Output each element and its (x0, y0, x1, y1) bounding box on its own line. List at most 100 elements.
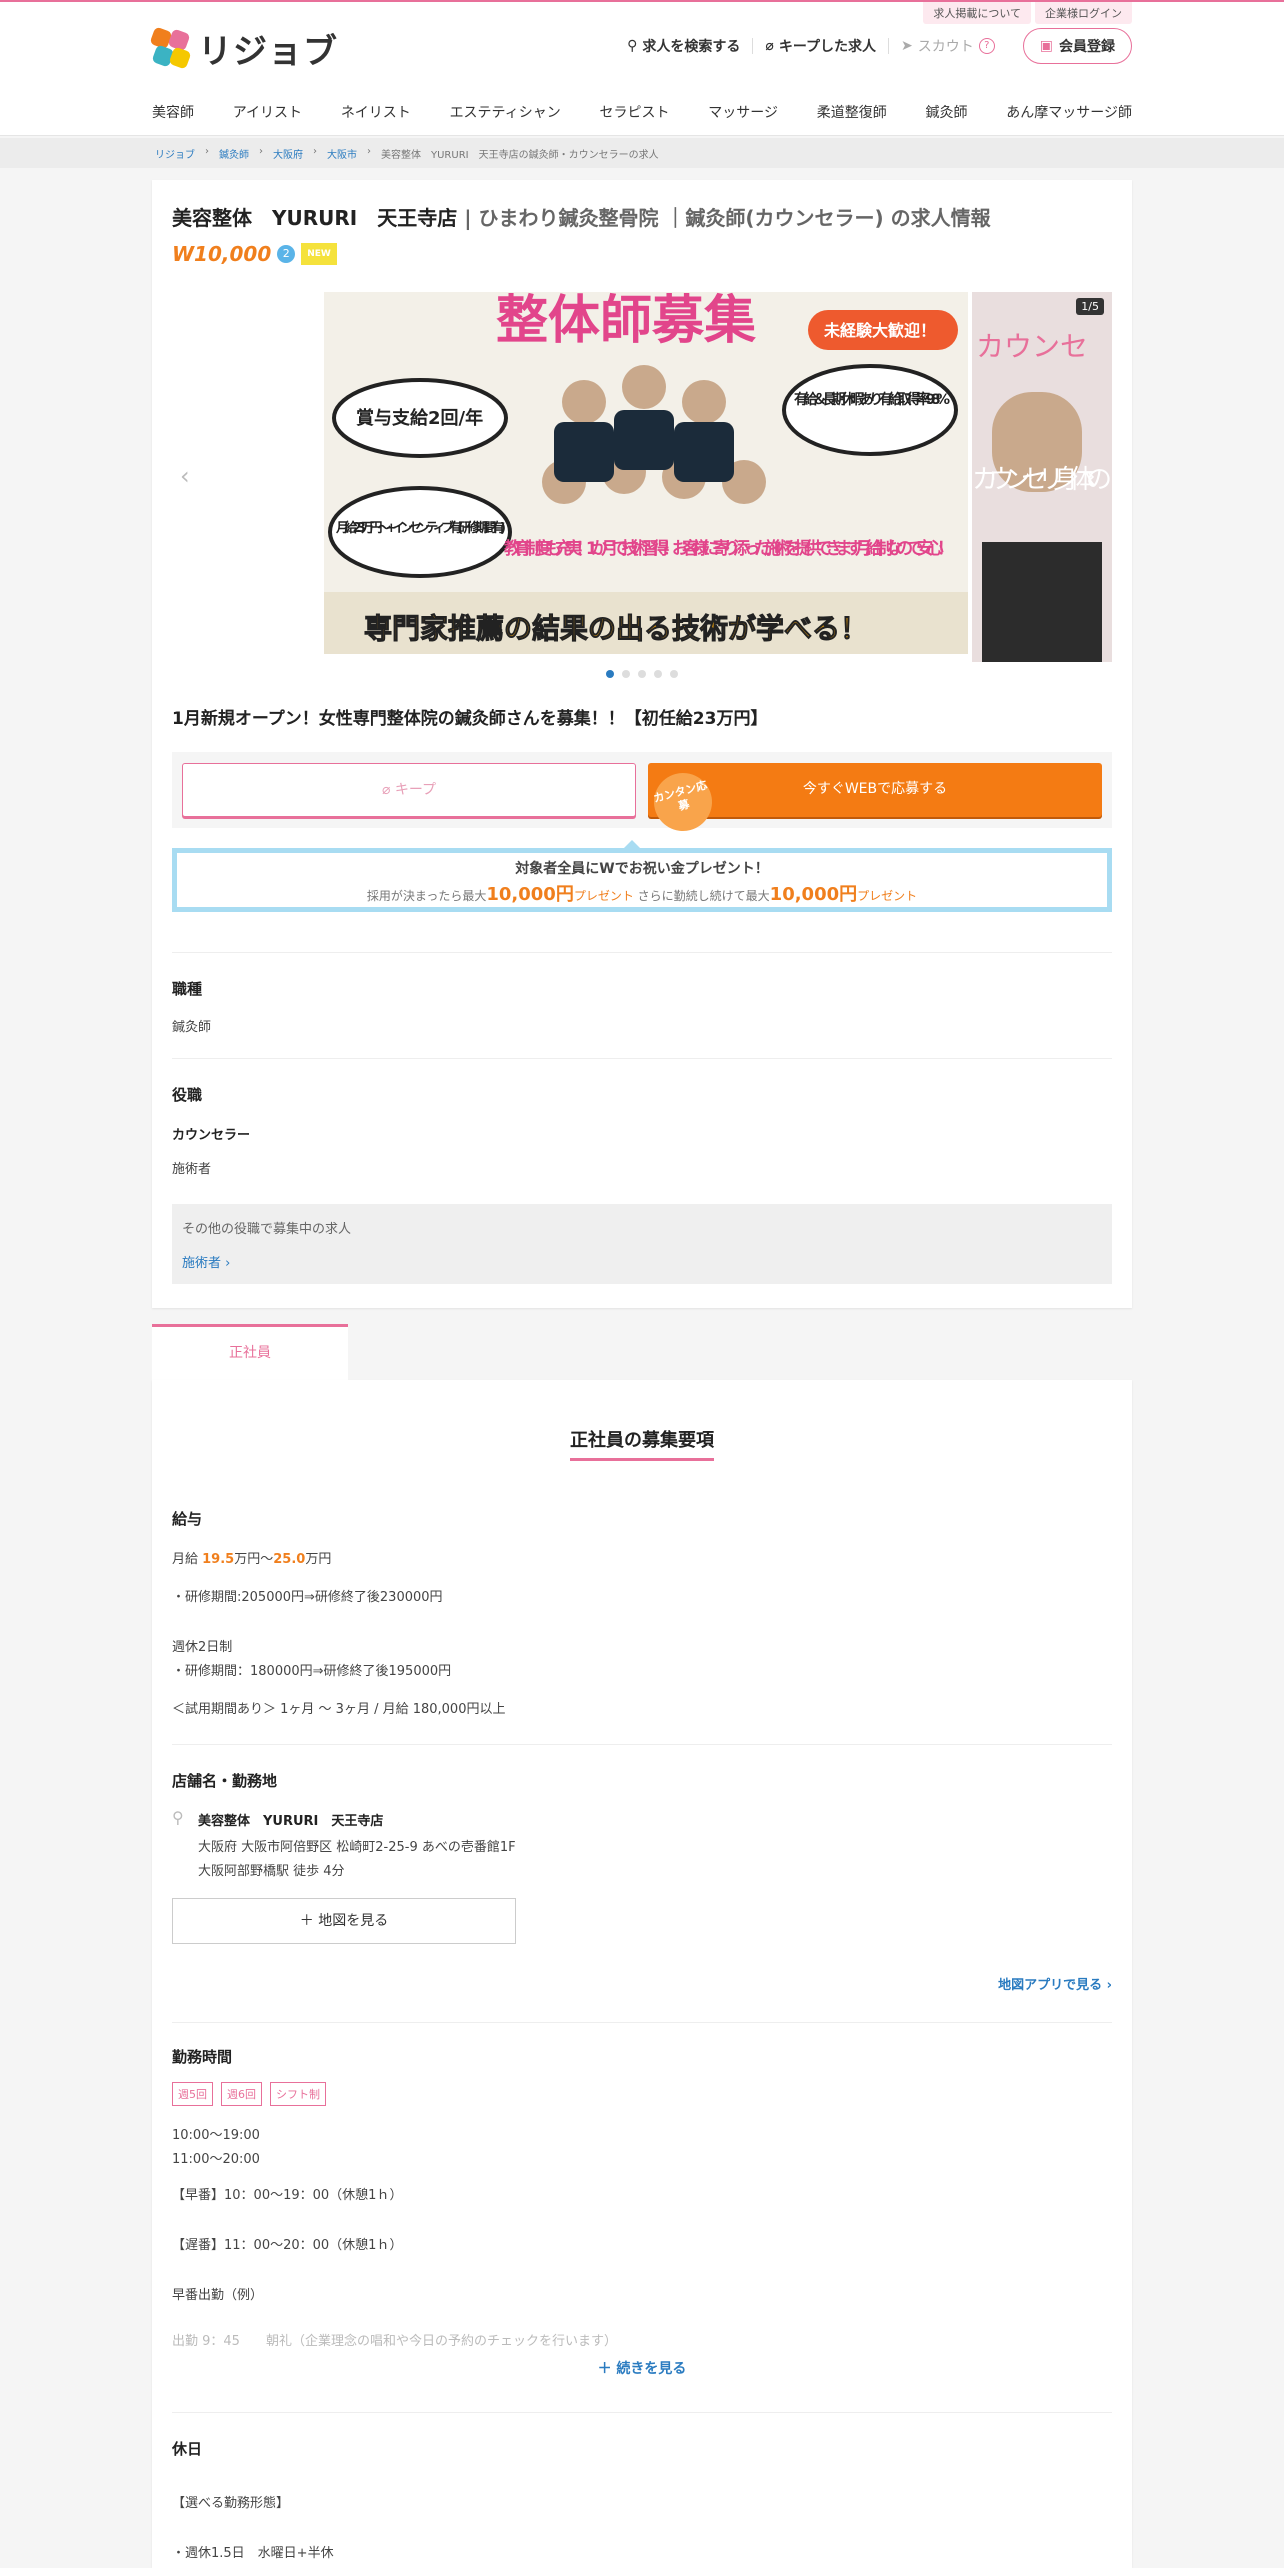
divider (172, 2412, 1112, 2413)
banner-inexperienced: 未経験大歓迎！ (823, 321, 936, 340)
salary-line: ＜試用期間あり＞ 1ヶ月 〜 3ヶ月 / 月給 180,000円以上 (172, 1702, 506, 1717)
other-roles-link[interactable]: 施術者 › (182, 1252, 230, 1271)
show-map-button[interactable]: ＋ 地図を見る (172, 1898, 516, 1944)
carousel-dot[interactable] (606, 670, 614, 678)
job-summary-card: 美容整体 YURURI 天王寺店 | ひまわり鍼灸整骨院 ｜鍼灸師(カウンセラー… (152, 180, 1132, 1308)
hours-tag: 週6回 (221, 2082, 262, 2106)
details-title-text: 正社員の募集要項 (570, 1426, 714, 1461)
salary-sep: 万円〜 (234, 1552, 274, 1567)
holiday-line: 【選べる勤務形態】 (172, 2496, 290, 2511)
map-pin-icon: ⚲ (172, 1808, 184, 1827)
store-access: 大阪阿部野橋駅 徒歩 4分 (198, 1864, 345, 1879)
breadcrumb-item[interactable]: リジョブ (155, 146, 195, 161)
job-badges: W10,000 2 NEW (172, 242, 337, 266)
carousel-next-icon[interactable]: › (1086, 462, 1096, 490)
slide-counter: 1/5 (1076, 298, 1104, 315)
store-address: 大阪府 大阪市阿倍野区 松崎町2-25-9 あべの壱番館1F (198, 1840, 516, 1855)
banner-education: 教育制度も充実！1か月で技術習得！ お客様に寄り添った施術を提供できます 月給制… (503, 538, 954, 559)
salary-max: 25.0 (273, 1552, 306, 1567)
kept-jobs-link[interactable]: ⌀ キープした求人 (753, 38, 890, 55)
hours-heading: 勤務時間 (172, 2048, 233, 2066)
carousel-dot[interactable] (654, 670, 662, 678)
divider (172, 1744, 1112, 1745)
w-present-badge: W10,000 (172, 242, 272, 266)
category-nailist[interactable]: ネイリスト (341, 102, 411, 122)
category-judo-seifuku[interactable]: 柔道整復師 (817, 102, 887, 122)
keep-label: キープ (394, 782, 437, 798)
title-rest: | ひまわり鍼灸整骨院 ｜鍼灸師(カウンセラー) の求人情報 (464, 206, 991, 230)
site-logo[interactable]: リジョブ (149, 24, 338, 73)
category-biyoushi[interactable]: 美容師 (152, 102, 194, 122)
carousel-dots (152, 670, 1132, 678)
job-catchphrase: 1月新規オープン！女性専門整体院の鍼灸師さんを募集！！【初任給23万円】 (172, 709, 768, 729)
category-nav: 美容師 アイリスト ネイリスト エステティシャン セラピスト マッサージ 柔道整… (152, 102, 1132, 122)
breadcrumb-current: 美容整体 YURURI 天王寺店の鍼灸師・カウンセラーの求人 (381, 150, 659, 161)
store-name: 美容整体 YURURI 天王寺店 (198, 1814, 384, 1829)
read-more-link[interactable]: ＋ 続きを見る (152, 2358, 1132, 2378)
member-register-button[interactable]: ▣ 会員登録 (1022, 28, 1132, 64)
category-esthetician[interactable]: エステティシャン (450, 102, 561, 122)
job-type-heading: 職種 (172, 980, 203, 998)
new-badge: NEW (301, 243, 337, 265)
position-value-1: カウンセラー (172, 1128, 251, 1143)
salary-prefix: 月給 (172, 1552, 203, 1567)
breadcrumb-item[interactable]: 大阪市 (327, 146, 357, 161)
chevron-right-icon: › (313, 146, 317, 157)
hours-line: 11:00〜20:00 (172, 2152, 260, 2167)
salary-line: 週休2日制 (172, 1640, 233, 1655)
w-badge-count: 2 (277, 245, 296, 263)
salary-min: 19.5 (202, 1552, 235, 1567)
hours-line: 早番出勤（例） (172, 2288, 264, 2303)
search-jobs-link[interactable]: ⚲ 求人を検索する (615, 38, 754, 55)
scout-link[interactable]: ➤ スカウト ? (889, 38, 1007, 55)
hours-line: 【早番】10：00～19：00（休憩1ｈ） (172, 2188, 403, 2203)
breadcrumb-item[interactable]: 大阪府 (273, 146, 303, 161)
breadcrumb-item[interactable]: 鍼灸師 (219, 146, 249, 161)
paper-plane-icon: ➤ (901, 38, 913, 54)
banner-bottom: 専門家推薦の結果の出る技術が学べる！ (364, 612, 868, 645)
hours-tags: 週5回 週6回 シフト制 (172, 2082, 326, 2106)
category-eyelist[interactable]: アイリスト (233, 102, 302, 122)
banner-headline: 整体師募集 (496, 292, 756, 351)
util-link-listing[interactable]: 求人掲載について (923, 2, 1031, 24)
present-text-b: プレゼント (573, 889, 634, 903)
logo-text: リジョブ (198, 32, 338, 72)
divider (172, 1058, 1112, 1059)
side-slide-text-1: カウンセ (976, 330, 1088, 363)
divider (172, 952, 1112, 953)
help-icon[interactable]: ? (978, 38, 995, 54)
carousel-dot[interactable] (622, 670, 630, 678)
carousel-prev-icon[interactable]: ‹ (180, 462, 190, 490)
search-icon: ⚲ (627, 38, 638, 54)
hours-faded-line: 出勤 9：45 朝礼（企業理念の唱和や今日の予約のチェックを行います） (172, 2334, 617, 2349)
present-detail: 採用が決まったら最大10,000円プレゼント さらに勤続し続けて最大10,000… (177, 880, 1107, 906)
action-bar: ⌀ キープ カンタン応募 今すぐWEBで応募する (172, 752, 1112, 838)
paperclip-icon: ⌀ (765, 38, 774, 54)
other-roles-box: その他の役職で募集中の求人 施術者 › (172, 1204, 1112, 1284)
carousel-slide-main[interactable]: 整体師募集 未経験大歓迎！ 賞与支給2回/年 有給＆長期休暇あり 有給取得率98… (324, 292, 968, 654)
chevron-right-icon: › (205, 146, 209, 157)
tab-seishain[interactable]: 正社員 (152, 1324, 348, 1380)
salary-line: ・研修期間：180000円⇒研修終了後195000円 (172, 1664, 452, 1679)
carousel-dot[interactable] (638, 670, 646, 678)
hours-line: 【遅番】11：00～20：00（休憩1ｈ） (172, 2238, 403, 2253)
salary-unit: 万円 (305, 1552, 332, 1567)
details-section-title: 正社員の募集要項 (152, 1426, 1132, 1461)
keep-button[interactable]: ⌀ キープ (182, 763, 636, 817)
map-app-link[interactable]: 地図アプリで見る › (998, 1974, 1112, 1993)
category-therapist[interactable]: セラピスト (599, 102, 669, 122)
apply-web-button[interactable]: カンタン応募 今すぐWEBで応募する (647, 763, 1102, 838)
register-icon: ▣ (1039, 38, 1053, 54)
category-shinkyu[interactable]: 鍼灸師 (925, 102, 967, 122)
present-text-d: プレゼント (857, 889, 918, 903)
carousel-dot[interactable] (670, 670, 678, 678)
divider (172, 2022, 1112, 2023)
chevron-right-icon: › (259, 146, 263, 157)
util-link-company-login[interactable]: 企業様ログイン (1035, 2, 1132, 24)
member-register-label: 会員登録 (1059, 39, 1115, 55)
position-value-2: 施術者 (172, 1162, 212, 1177)
category-massage[interactable]: マッサージ (708, 102, 778, 122)
holiday-heading: 休日 (172, 2440, 203, 2458)
breadcrumb: リジョブ › 鍼灸師 › 大阪府 › 大阪市 › 美容整体 YURURI 天王寺店の鍼灸… (0, 138, 1284, 168)
category-anma[interactable]: あん摩マッサージ師 (1006, 102, 1132, 122)
